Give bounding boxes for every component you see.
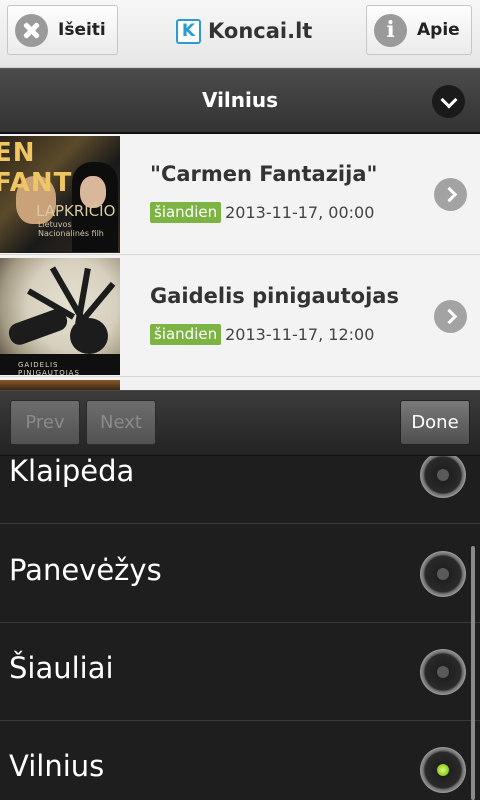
brand-name: Koncai.lt: [208, 19, 313, 43]
done-button[interactable]: Done: [400, 400, 470, 445]
thumbnail-shape: [70, 318, 108, 354]
today-badge: šiandien: [150, 202, 222, 223]
exit-button-label: Išeiti: [58, 20, 106, 40]
exit-button[interactable]: Išeiti: [7, 5, 118, 55]
thumbnail-text: GAIDELIS PINIGAUTOJAS: [18, 361, 80, 375]
picker-toolbar: Prev Next Done: [0, 390, 480, 456]
app-header: Išeiti K Koncai.lt i Apie: [0, 0, 480, 68]
chevron-right-icon[interactable]: [434, 178, 467, 211]
thumbnail-text: LAPKRIČIO: [36, 202, 116, 220]
app-logo: K Koncai.lt: [176, 14, 312, 48]
city-option-panevezys[interactable]: Panevėžys: [0, 525, 480, 623]
city-option-vilnius[interactable]: Vilnius: [0, 721, 480, 800]
city-option-list[interactable]: Klaipėda Panevėžys Šiauliai Vilnius: [0, 456, 480, 800]
radio-button-selected[interactable]: [420, 747, 466, 793]
event-title: "Carmen Fantazija": [150, 162, 378, 186]
scrollbar[interactable]: [471, 546, 475, 800]
event-datetime: 2013-11-17, 00:00: [225, 203, 375, 222]
app-screen: Išeiti K Koncai.lt i Apie Vilnius EN FAN…: [0, 0, 480, 800]
city-select[interactable]: Vilnius: [0, 68, 480, 134]
event-list: EN FANT LAPKRIČIO Lietuvos Nacionalinės …: [0, 134, 480, 390]
next-button[interactable]: Next: [86, 400, 156, 445]
brand-k-icon: K: [176, 18, 201, 44]
event-meta: šiandien 2013-11-17, 12:00: [150, 324, 374, 345]
thumbnail-text: Lietuvos Nacionalinės filh: [38, 220, 104, 238]
about-button-label: Apie: [417, 20, 460, 40]
city-option-label: Vilnius: [9, 749, 105, 783]
event-thumbnail-partial: [0, 380, 120, 390]
close-icon: [15, 13, 48, 47]
event-title: Gaidelis pinigautojas: [150, 284, 399, 308]
event-thumbnail: GAIDELIS PINIGAUTOJAS: [0, 258, 120, 375]
event-datetime: 2013-11-17, 12:00: [225, 325, 375, 344]
chevron-right-icon[interactable]: [434, 300, 467, 333]
city-option-label: Šiauliai: [9, 651, 114, 685]
radio-button[interactable]: [420, 456, 466, 498]
city-option-label: Panevėžys: [9, 553, 162, 587]
city-select-value: Vilnius: [201, 88, 279, 112]
city-option-siauliai[interactable]: Šiauliai: [0, 623, 480, 721]
event-meta: šiandien 2013-11-17, 00:00: [150, 202, 374, 223]
city-option-label: Klaipėda: [9, 456, 135, 488]
prev-button[interactable]: Prev: [10, 400, 80, 445]
radio-button[interactable]: [420, 649, 466, 695]
info-icon: i: [374, 13, 407, 47]
today-badge: šiandien: [150, 324, 222, 345]
thumbnail-shape: [6, 306, 70, 348]
about-button[interactable]: i Apie: [366, 5, 472, 55]
event-list-item[interactable]: GAIDELIS PINIGAUTOJAS Gaidelis pinigauto…: [0, 256, 480, 377]
city-option-klaipeda[interactable]: Klaipėda: [0, 456, 480, 524]
radio-button[interactable]: [420, 551, 466, 597]
thumbnail-text: EN FANT: [0, 138, 73, 198]
event-list-item[interactable]: EN FANT LAPKRIČIO Lietuvos Nacionalinės …: [0, 134, 480, 255]
chevron-down-icon[interactable]: [432, 85, 465, 118]
event-thumbnail: EN FANT LAPKRIČIO Lietuvos Nacionalinės …: [0, 136, 120, 253]
